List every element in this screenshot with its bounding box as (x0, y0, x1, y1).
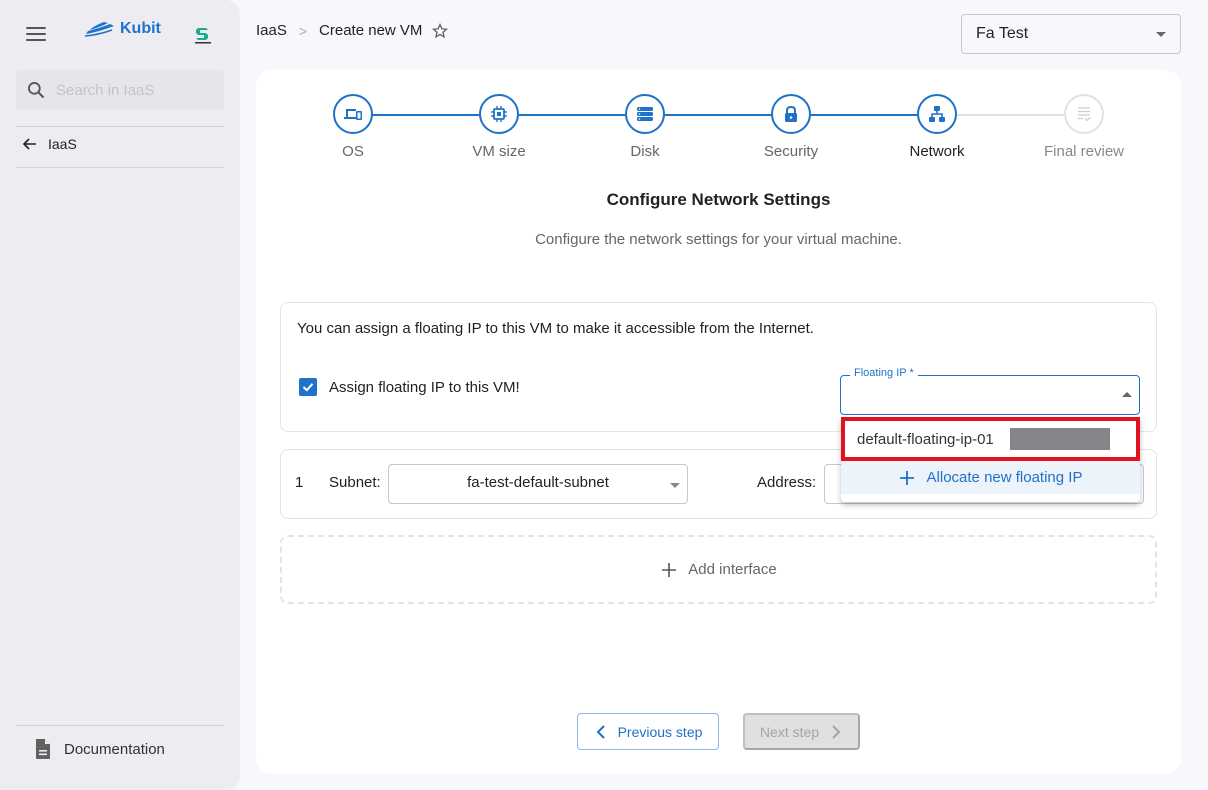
star-icon[interactable] (432, 22, 449, 39)
menu-icon[interactable] (26, 27, 46, 41)
chevron-right-icon (832, 724, 841, 739)
subnet-select[interactable]: fa-test-default-subnet (388, 464, 688, 504)
divider (16, 725, 224, 726)
documentation-label: Documentation (64, 740, 165, 758)
add-interface-label: Add interface (688, 561, 777, 578)
breadcrumb-current: Create new VM (319, 22, 423, 39)
breadcrumb-iaas[interactable]: IaaS (256, 22, 287, 39)
boat-icon (84, 22, 114, 37)
step-vm-size[interactable]: VM size (439, 94, 559, 160)
checkbox-checked[interactable] (299, 378, 317, 396)
sidebar-back-iaas[interactable]: IaaS (22, 136, 77, 152)
floating-ip-option[interactable]: default-floating-ip-01 (841, 417, 1140, 461)
address-label: Address: (757, 474, 817, 491)
step-label: Security (763, 143, 819, 160)
project-select[interactable]: Fa Test (961, 14, 1181, 54)
stepper: OS VM size Disk Security Network Final r… (256, 94, 1181, 164)
document-icon (36, 739, 50, 759)
floating-ip-label: Floating IP * (850, 367, 918, 379)
sidebar: Kubit IaaS Documentation (0, 0, 240, 790)
step-os[interactable]: OS (293, 94, 413, 160)
chevron-right-icon: > (298, 22, 308, 39)
add-interface-button[interactable]: Add interface (280, 535, 1157, 604)
page-title: Configure Network Settings (606, 190, 831, 209)
chevron-left-icon (596, 724, 605, 739)
divider (16, 126, 224, 127)
step-label: VM size (472, 143, 526, 160)
laptop-phone-icon (344, 109, 362, 120)
step-label: Network (909, 143, 965, 160)
storage-icon (637, 107, 653, 121)
partner-logo-icon (195, 28, 211, 44)
chevron-down-icon (1156, 31, 1166, 37)
allocate-label: Allocate new floating IP (926, 469, 1083, 486)
project-select-value: Fa Test (976, 25, 1029, 42)
page-subtitle: Configure the network settings for your … (535, 231, 902, 248)
brand-logo[interactable]: Kubit (84, 20, 161, 38)
search-icon (28, 82, 45, 99)
step-label: Disk (630, 143, 660, 160)
floating-ip-description: You can assign a floating IP to this VM … (297, 320, 814, 337)
redacted-address (1009, 428, 1110, 450)
chevron-down-icon (670, 483, 680, 488)
step-disk[interactable]: Disk (585, 94, 705, 160)
divider (16, 167, 224, 168)
step-final-review: Final review (1024, 94, 1144, 160)
plus-icon (899, 470, 914, 485)
allocate-floating-ip-button[interactable]: Allocate new floating IP (841, 461, 1140, 494)
step-security[interactable]: Security (731, 94, 851, 160)
step-network[interactable]: Network (877, 94, 997, 160)
lock-icon (785, 105, 797, 122)
breadcrumb: IaaS > Create new VM (256, 22, 449, 39)
chip-icon (491, 106, 507, 122)
step-label: OS (342, 143, 364, 160)
brand-name: Kubit (120, 20, 161, 37)
next-step-button[interactable]: Next step (743, 713, 860, 750)
assign-floating-ip-checkbox[interactable]: Assign floating IP to this VM! (299, 378, 520, 396)
network-icon (929, 106, 945, 122)
main-card: OS VM size Disk Security Network Final r… (256, 70, 1181, 774)
sidebar-item-documentation[interactable]: Documentation (34, 738, 165, 760)
previous-step-button[interactable]: Previous step (577, 713, 719, 750)
search-input[interactable] (56, 81, 216, 99)
subnet-label: Subnet: (329, 474, 381, 491)
check-icon (302, 383, 314, 392)
plus-icon (662, 562, 677, 577)
checklist-icon (1078, 107, 1091, 122)
subnet-value: fa-test-default-subnet (467, 474, 609, 491)
option-name: default-floating-ip-01 (857, 430, 994, 448)
sidebar-search[interactable] (16, 70, 224, 110)
interface-index: 1 (295, 474, 304, 491)
checkbox-label: Assign floating IP to this VM! (329, 378, 520, 396)
previous-step-label: Previous step (617, 723, 703, 740)
step-label: Final review (1043, 143, 1125, 160)
chevron-up-icon (1122, 392, 1132, 397)
next-step-label: Next step (759, 723, 820, 740)
arrow-left-icon (22, 138, 36, 150)
floating-ip-dropdown: default-floating-ip-01 Allocate new floa… (841, 417, 1140, 502)
sidebar-back-label: IaaS (48, 136, 77, 152)
floating-ip-select[interactable]: Floating IP * (840, 367, 1140, 415)
